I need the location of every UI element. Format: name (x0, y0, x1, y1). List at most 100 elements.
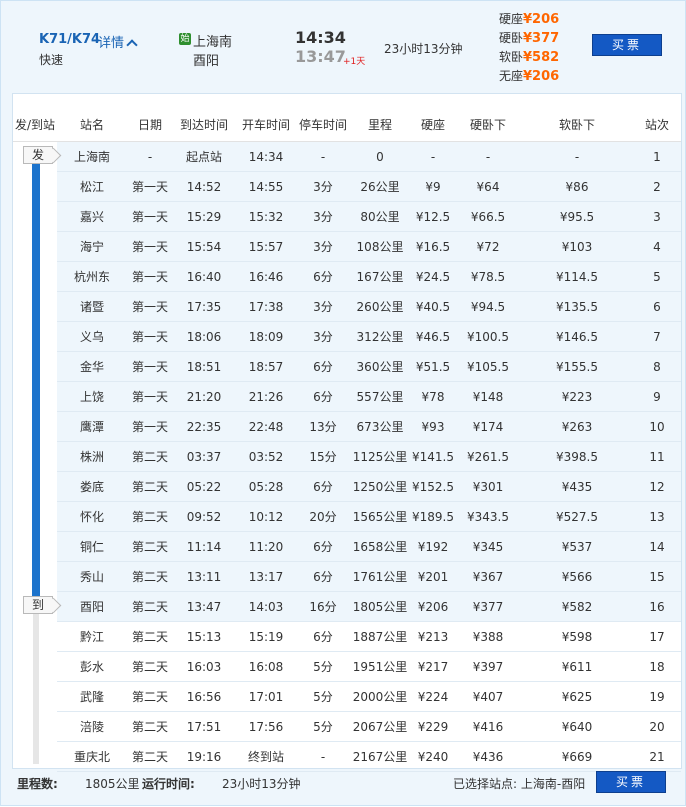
stop-cell[interactable]: 株洲 (57, 442, 127, 472)
stop-cell[interactable]: 松江 (57, 172, 127, 202)
stop-cell: ¥201 (417, 570, 449, 584)
train-number[interactable]: K71/K74 (39, 32, 100, 47)
column-header: 硬卧下 (469, 118, 506, 132)
stop-cell: 3分 (313, 180, 333, 194)
stop-cell: 05:22 (186, 480, 222, 494)
stop-cell: 18:57 (248, 360, 284, 374)
stop-cell: ¥367 (472, 570, 504, 584)
stop-cell: 14:55 (248, 180, 284, 194)
stop-cell[interactable]: 武隆 (57, 682, 127, 712)
stop-cell: 6分 (313, 480, 333, 494)
from-station: 上海南 (193, 35, 233, 50)
column-header: 软卧下 (558, 118, 595, 132)
stop-cell[interactable]: 彭水 (57, 652, 127, 682)
stop-cell: ¥388 (472, 630, 504, 644)
stop-cell: - (485, 150, 491, 164)
stop-cell: 6分 (313, 270, 333, 284)
buy-ticket-button[interactable]: 买票 (592, 34, 662, 56)
stop-cell: ¥261.5 (467, 450, 509, 464)
detail-toggle[interactable]: 详情 (98, 32, 138, 51)
train-summary: K71/K74 详情 快速 始 上海南 酉阳 14:34 13:47 +1天 2… (1, 1, 686, 93)
stop-cell: 21:20 (186, 390, 222, 404)
stop-cell: ¥51.5 (415, 360, 451, 374)
stop-cell: 第二天 (131, 720, 168, 734)
stop-cell[interactable]: 义乌 (57, 322, 127, 352)
selected-stations: 已选择站点: 上海南-酉阳 (453, 777, 586, 791)
runtime-value: 23小时13分钟 (222, 777, 301, 791)
stop-cell[interactable]: 鹰潭 (57, 412, 127, 442)
stop-cell: 6分 (313, 570, 333, 584)
stop-cell[interactable]: 秀山 (57, 562, 127, 592)
column-header: 发/到站 (14, 118, 56, 132)
stop-cell: 第二天 (131, 660, 168, 674)
stop-cell: ¥146.5 (556, 330, 598, 344)
stop-cell: ¥301 (472, 480, 504, 494)
stop-cell: ¥152.5 (412, 480, 454, 494)
stop-cell: ¥240 (417, 750, 449, 764)
stop-cell[interactable]: 嘉兴 (57, 202, 127, 232)
stop-cell: ¥174 (472, 420, 504, 434)
seat-type: 软卧 (499, 50, 524, 64)
stop-cell: ¥416 (472, 720, 504, 734)
distance-value: 1805公里 (85, 777, 140, 791)
stop-cell: ¥148 (472, 390, 504, 404)
stop-cell: 1565公里 (352, 510, 408, 524)
stop-cell: 6 (653, 300, 661, 314)
stop-cell: 第二天 (131, 450, 168, 464)
stop-cell: 2 (653, 180, 661, 194)
to-station: 酉阳 (193, 54, 220, 69)
stop-cell[interactable]: 铜仁 (57, 532, 127, 562)
stop-cell: 360公里 (356, 360, 404, 374)
stop-cell: 15:54 (186, 240, 222, 254)
stop-cell: ¥436 (472, 750, 504, 764)
stop-cell[interactable]: 上饶 (57, 382, 127, 412)
stop-cell: 26公里 (360, 180, 400, 194)
stop-cell[interactable]: 涪陵 (57, 712, 127, 742)
stop-cell[interactable]: 杭州东 (57, 262, 127, 292)
column-header: 日期 (137, 118, 162, 132)
stop-cell: 15:32 (248, 210, 284, 224)
stop-cell: 19:16 (186, 750, 222, 764)
stop-cell[interactable]: 上海南 (57, 142, 127, 172)
stop-cell: 5分 (313, 690, 333, 704)
stop-cell[interactable]: 诸暨 (57, 292, 127, 322)
stop-cell: - (320, 750, 326, 764)
stop-cell: 108公里 (356, 240, 404, 254)
stop-cell: ¥625 (561, 690, 593, 704)
chevron-up-icon (126, 39, 138, 51)
stop-cell: 13:17 (248, 570, 284, 584)
stop-cell: ¥224 (417, 690, 449, 704)
route-track-rest (33, 614, 39, 764)
stop-cell: 7 (653, 330, 661, 344)
stop-cell: 05:28 (248, 480, 284, 494)
stop-cell[interactable]: 海宁 (57, 232, 127, 262)
stop-cell: 14:52 (186, 180, 222, 194)
stop-cell: ¥103 (561, 240, 593, 254)
stop-cell: 15:57 (248, 240, 284, 254)
stop-cell[interactable]: 重庆北 (57, 742, 127, 772)
stop-cell[interactable]: 黔江 (57, 622, 127, 652)
stop-cell: 19 (649, 690, 665, 704)
stop-cell: 17:01 (248, 690, 284, 704)
stop-cell: ¥566 (561, 570, 593, 584)
stop-cell: 13 (649, 510, 665, 524)
stop-cell: 18:06 (186, 330, 222, 344)
stop-cell: 6分 (313, 540, 333, 554)
stop-cell: 4 (653, 240, 661, 254)
stop-cell: - (574, 150, 580, 164)
stop-cell: 1658公里 (352, 540, 408, 554)
stop-cell[interactable]: 娄底 (57, 472, 127, 502)
stop-cell[interactable]: 酉阳 (57, 592, 127, 622)
stop-cell: ¥343.5 (467, 510, 509, 524)
buy-selected-button[interactable]: 买票 (596, 771, 666, 793)
stop-cell[interactable]: 怀化 (57, 502, 127, 532)
stop-cell: 第一天 (131, 240, 168, 254)
stop-cell: 第二天 (131, 510, 168, 524)
stop-cell[interactable]: 金华 (57, 352, 127, 382)
stop-cell: 起点站 (185, 150, 222, 164)
summary-footer: 里程数: 1805公里 运行时间: 23小时13分钟 已选择站点: 上海南-酉阳… (1, 769, 686, 807)
stop-cell: ¥72 (476, 240, 500, 254)
price-row: 硬卧¥377 (499, 29, 559, 48)
seat-price: ¥377 (523, 31, 560, 46)
stop-cell: ¥537 (561, 540, 593, 554)
